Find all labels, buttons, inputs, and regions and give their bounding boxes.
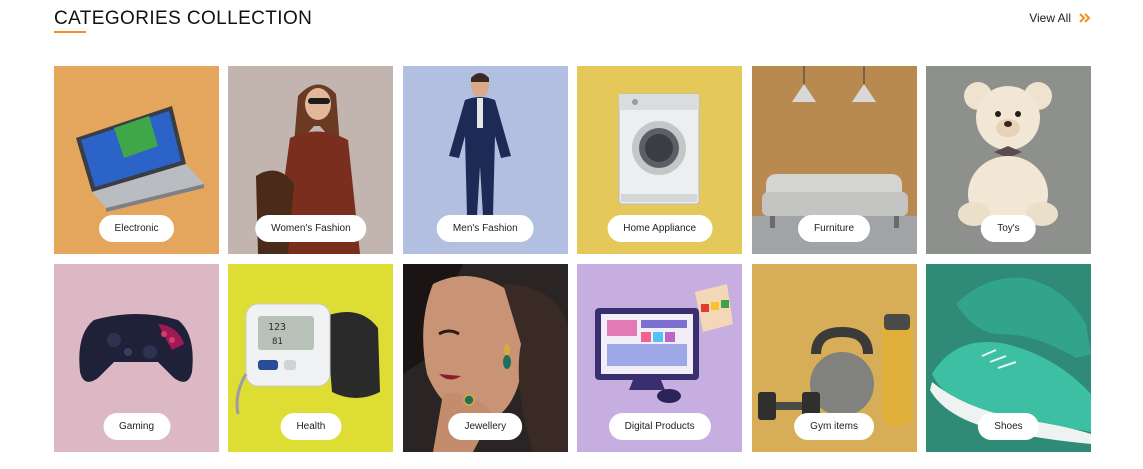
- category-card-toys[interactable]: Toy's: [925, 66, 1091, 254]
- category-label: Electronic: [98, 215, 175, 242]
- category-card-womens-fashion[interactable]: Women's Fashion: [228, 66, 394, 254]
- category-card-gaming[interactable]: Gaming: [54, 264, 219, 452]
- category-label: Shoes: [978, 413, 1039, 440]
- category-label: Furniture: [798, 215, 871, 242]
- category-card-health[interactable]: 123 81 Health: [228, 264, 394, 452]
- view-all-link[interactable]: View All: [1029, 11, 1091, 25]
- category-card-shoes[interactable]: Shoes: [925, 264, 1091, 452]
- svg-text:81: 81: [272, 337, 283, 347]
- category-card-electronic[interactable]: Electronic: [54, 66, 219, 254]
- section-header: CATEGORIES COLLECTION View All: [54, 8, 1091, 34]
- category-label: Health: [280, 413, 342, 440]
- category-label: Men's Fashion: [436, 215, 534, 242]
- category-card-gym-items[interactable]: Gym items: [751, 264, 917, 452]
- category-card-jewellery[interactable]: Jewellery: [402, 264, 568, 452]
- category-label: Women's Fashion: [255, 215, 367, 242]
- categories-grid: Electronic Women's Fashion Men's Fashion: [54, 66, 1091, 452]
- category-label: Gaming: [102, 413, 171, 440]
- section-title: CATEGORIES COLLECTION: [54, 8, 313, 29]
- category-card-home-appliance[interactable]: Home Appliance: [577, 66, 743, 254]
- category-label: Toy's: [981, 215, 1036, 242]
- view-all-label: View All: [1029, 11, 1071, 25]
- category-label: Gym items: [794, 413, 874, 440]
- category-label: Home Appliance: [607, 215, 713, 242]
- double-chevron-right-icon: [1079, 13, 1091, 23]
- category-label: Jewellery: [448, 413, 523, 440]
- category-label: Digital Products: [608, 413, 711, 440]
- category-card-mens-fashion[interactable]: Men's Fashion: [402, 66, 568, 254]
- svg-text:123: 123: [268, 322, 286, 333]
- category-card-furniture[interactable]: Furniture: [751, 66, 917, 254]
- title-underline: [54, 31, 86, 33]
- category-card-digital-products[interactable]: Digital Products: [577, 264, 743, 452]
